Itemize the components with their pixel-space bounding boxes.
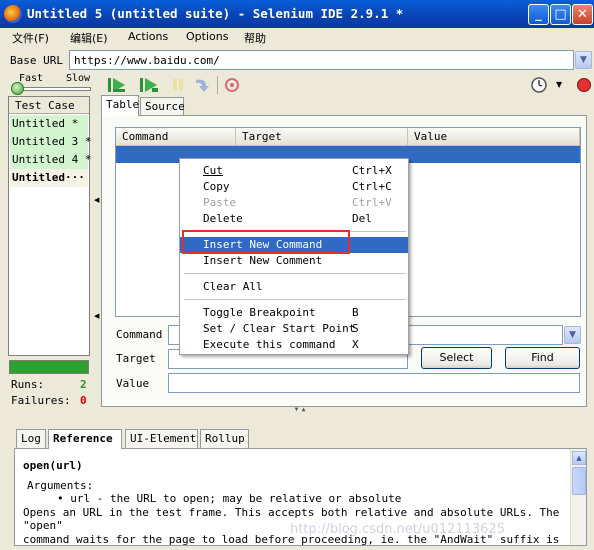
tab-ui-element[interactable]: UI-Element	[125, 429, 198, 448]
scrollbar-thumb[interactable]	[572, 467, 586, 495]
test-case-header: Test Case	[9, 97, 89, 114]
value-label: Value	[116, 377, 150, 390]
play-suite-icon[interactable]	[107, 76, 127, 94]
menu-item-label: Delete	[203, 212, 243, 225]
schedule-clock-icon[interactable]	[529, 76, 549, 94]
menu-item-label: Copy	[203, 180, 230, 193]
failures-count: 0	[80, 394, 87, 407]
context-menu-item-cut[interactable]: Cut Ctrl+X	[180, 163, 408, 179]
test-case-item-active[interactable]: Untitled···	[10, 169, 88, 187]
tab-source[interactable]: Source	[140, 97, 185, 116]
close-button[interactable]: ✕	[572, 4, 593, 25]
progress-bar	[9, 360, 89, 374]
speed-slider-handle[interactable]	[11, 82, 24, 95]
context-menu-item-copy[interactable]: Copy Ctrl+C	[180, 179, 408, 195]
menu-bar: 文件(F) 编辑(E) Actions Options 帮助	[0, 28, 594, 47]
tab-table[interactable]: Table	[101, 95, 139, 116]
title-bar: Untitled 5 (untitled suite) - Selenium I…	[0, 0, 594, 28]
base-url-dropdown-button[interactable]: ▼	[575, 51, 592, 69]
splitter-arrow-left-icon: ◀	[94, 196, 100, 204]
context-menu-item-clear-all[interactable]: Clear All	[180, 279, 408, 295]
menu-separator	[184, 273, 406, 274]
menu-item-label: Cut	[203, 164, 223, 177]
menu-file[interactable]: 文件(F)	[12, 30, 49, 46]
menu-item-shortcut: B	[352, 306, 359, 319]
bullet-icon: •	[57, 492, 71, 505]
toolbar-separator	[217, 76, 218, 94]
context-menu-item-toggle-breakpoint[interactable]: Toggle Breakpoint B	[180, 305, 408, 321]
minimize-button[interactable]: _	[528, 4, 549, 25]
value-input[interactable]	[168, 373, 580, 393]
tab-reference[interactable]: Reference	[48, 429, 122, 449]
command-dropdown-button[interactable]: ▼	[564, 326, 581, 344]
find-button[interactable]: Find	[505, 347, 580, 369]
vertical-splitter[interactable]: ◀ ◀	[93, 96, 100, 406]
test-case-panel: Test Case Untitled * Untitled 3 * Untitl…	[8, 96, 91, 356]
context-menu-item-delete[interactable]: Delete Del	[180, 211, 408, 227]
step-icon[interactable]	[192, 76, 212, 94]
menu-item-label: Execute this command	[203, 338, 336, 351]
firefox-icon	[4, 5, 22, 23]
select-button[interactable]: Select	[421, 347, 492, 369]
splitter-arrow-left-icon: ◀	[94, 312, 100, 320]
test-case-item[interactable]: Untitled 4 *	[10, 151, 91, 169]
window-title: Untitled 5 (untitled suite) - Selenium I…	[27, 6, 404, 21]
reference-argument-text: url - the URL to open; may be relative o…	[70, 492, 402, 505]
horizontal-splitter[interactable]: ▼ ▲	[245, 407, 355, 413]
base-url-input[interactable]: https://www.baidu.com/	[69, 50, 574, 70]
runs-count: 2	[80, 378, 87, 391]
base-url-label: Base URL	[10, 54, 63, 67]
reference-signature: open(url)	[23, 459, 83, 472]
target-label: Target	[116, 352, 156, 365]
menu-actions[interactable]: Actions	[128, 30, 168, 43]
tab-log[interactable]: Log	[16, 429, 46, 448]
menu-item-label: Insert New Comment	[203, 254, 323, 267]
menu-item-shortcut: S	[352, 322, 359, 335]
menu-item-label: Toggle Breakpoint	[203, 306, 316, 319]
rollup-icon[interactable]	[222, 76, 242, 94]
menu-item-shortcut: Ctrl+C	[352, 180, 392, 193]
play-test-icon[interactable]	[139, 76, 159, 94]
menu-item-label: Clear All	[203, 280, 263, 293]
menu-item-shortcut: Del	[352, 212, 372, 225]
chevron-down-icon[interactable]: ▼	[556, 80, 562, 89]
speed-fast-label: Fast	[19, 73, 44, 84]
tab-rollup[interactable]: Rollup	[200, 429, 249, 448]
reference-scrollbar[interactable]: ▲	[570, 449, 586, 545]
menu-separator	[184, 299, 406, 300]
context-menu-item-execute-command[interactable]: Execute this command X	[180, 337, 408, 353]
reference-arguments-label: Arguments:	[27, 478, 94, 492]
test-case-item[interactable]: Untitled *	[10, 115, 88, 133]
speed-slow-label: Slow	[66, 73, 91, 84]
watermark: http://blog.csdn.net/u012113625	[290, 522, 505, 537]
command-label: Command	[116, 328, 163, 341]
failures-label: Failures:	[11, 394, 71, 407]
context-menu-item-set-start-point[interactable]: Set / Clear Start Point S	[180, 321, 408, 337]
menu-edit[interactable]: 编辑(E)	[70, 30, 108, 46]
maximize-button[interactable]: □	[550, 4, 571, 25]
menu-item-label: Paste	[203, 196, 237, 209]
record-icon[interactable]	[574, 76, 594, 94]
menu-item-shortcut: X	[352, 338, 359, 351]
speed-slider-track[interactable]	[13, 87, 91, 91]
highlight-annotation-box	[182, 230, 350, 254]
scroll-up-icon[interactable]: ▲	[572, 451, 586, 465]
menu-item-shortcut: Ctrl+X	[352, 164, 392, 177]
column-header-value[interactable]: Value	[408, 128, 580, 146]
pause-icon[interactable]	[168, 76, 188, 94]
reference-argument: • url - the URL to open; may be relative…	[57, 492, 563, 506]
column-header-target[interactable]: Target	[236, 128, 408, 146]
menu-item-shortcut: Ctrl+V	[352, 196, 392, 209]
menu-help[interactable]: 帮助	[244, 30, 266, 46]
context-menu-item-paste: Paste Ctrl+V	[180, 195, 408, 211]
column-header-command[interactable]: Command	[116, 128, 236, 146]
context-menu-item-insert-new-comment[interactable]: Insert New Comment	[180, 253, 408, 269]
runs-label: Runs:	[11, 378, 45, 391]
menu-options[interactable]: Options	[186, 30, 228, 43]
menu-item-label: Set / Clear Start Point	[203, 322, 356, 335]
test-case-item[interactable]: Untitled 3 *	[10, 133, 91, 151]
context-menu: Cut Ctrl+X Copy Ctrl+C Paste Ctrl+V Delete D…	[179, 158, 409, 355]
